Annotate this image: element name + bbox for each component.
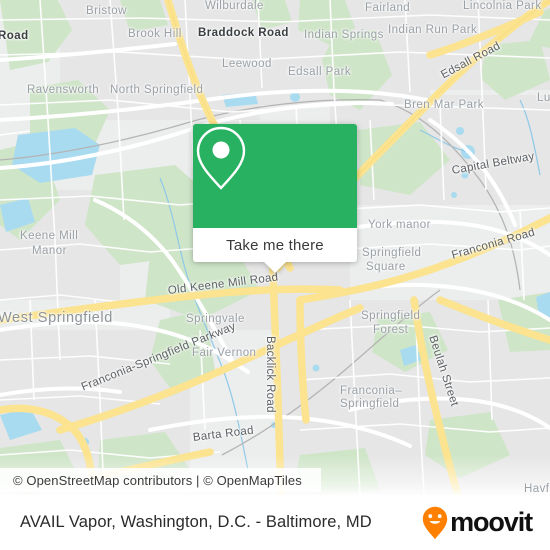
- place-title: AVAIL Vapor, Washington, D.C. - Baltimor…: [20, 513, 372, 531]
- attribution-text[interactable]: © OpenStreetMap contributors | © OpenMap…: [0, 473, 302, 488]
- footer-bar: AVAIL Vapor, Washington, D.C. - Baltimor…: [0, 495, 550, 550]
- moovit-smiley-pin-icon: [422, 506, 448, 539]
- map-canvas[interactable]: Bristow Wilburdale Fairland Lincolnia Pa…: [0, 0, 550, 495]
- popup-header: [193, 124, 357, 228]
- moovit-logo[interactable]: moovit: [422, 506, 533, 540]
- destination-popup[interactable]: Take me there: [193, 124, 357, 273]
- map-pin-icon: [196, 126, 246, 190]
- map-screenshot: Bristow Wilburdale Fairland Lincolnia Pa…: [0, 0, 550, 550]
- moovit-wordmark: moovit: [450, 507, 533, 537]
- popup-pointer-tail: [264, 262, 286, 273]
- take-me-there-label: Take me there: [226, 236, 324, 254]
- map-attribution: © OpenStreetMap contributors | © OpenMap…: [0, 468, 321, 492]
- take-me-there-button[interactable]: Take me there: [193, 228, 357, 262]
